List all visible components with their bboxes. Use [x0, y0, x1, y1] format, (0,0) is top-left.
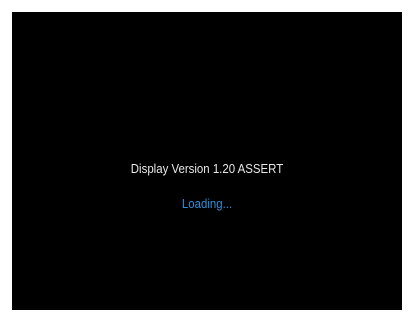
display-version-label: Display Version 1.20 ASSERT: [130, 161, 284, 176]
display-screen: Display Version 1.20 ASSERT Loading...: [12, 12, 402, 310]
loading-status-label: Loading...: [181, 196, 233, 211]
